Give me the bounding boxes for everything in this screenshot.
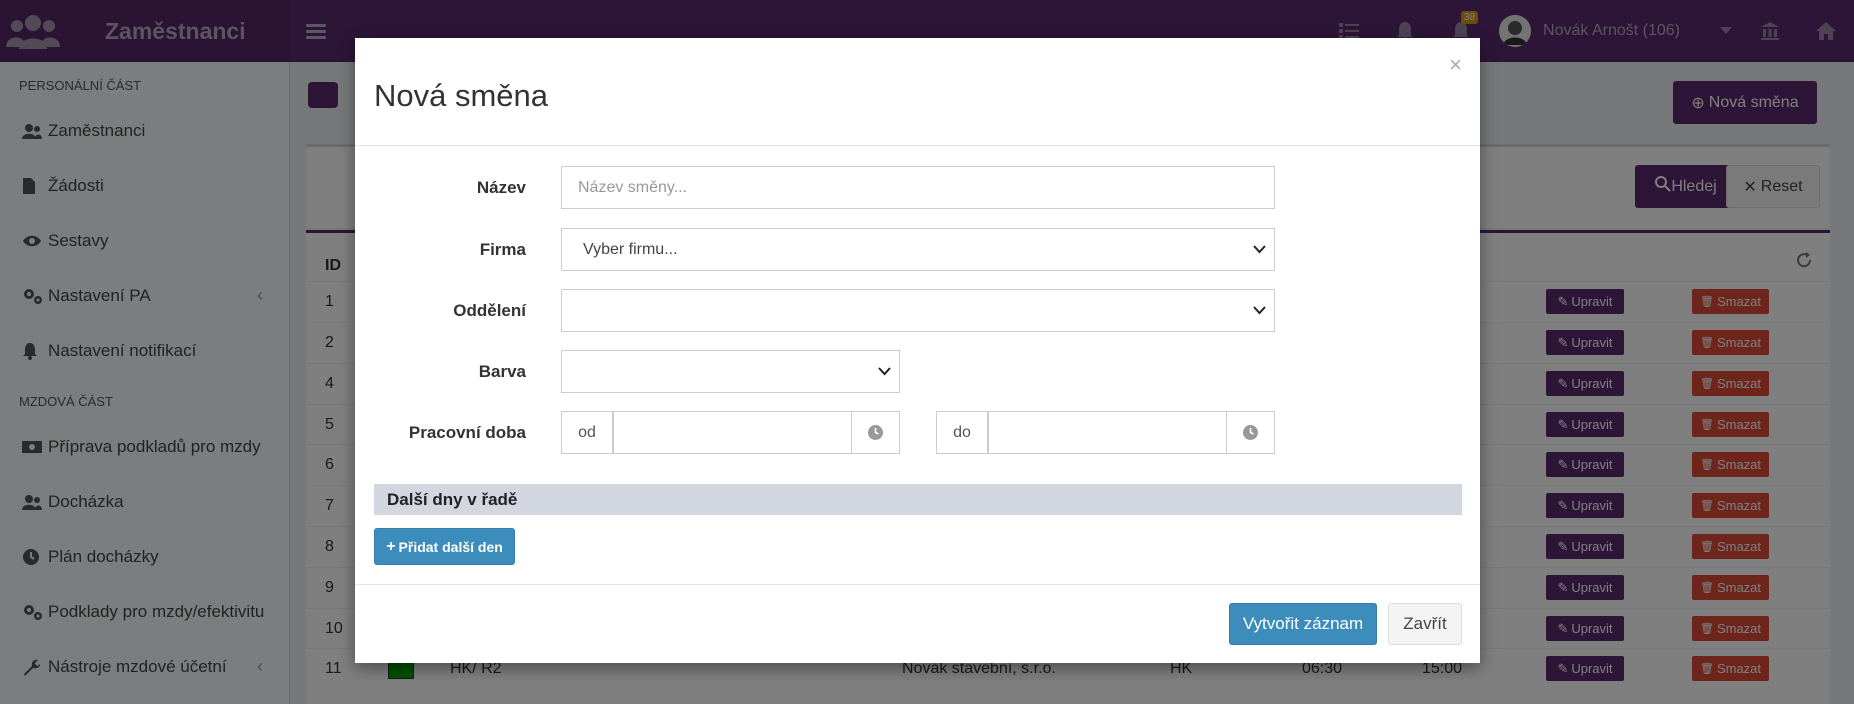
form-row-name: Název Název směny... [355, 166, 1480, 210]
name-input[interactable]: Název směny... [561, 166, 1275, 209]
time-from-input[interactable] [613, 411, 851, 454]
time-to-input[interactable] [988, 411, 1226, 454]
company-select-value: Vyber firmu... [583, 240, 678, 258]
form-row-working-hours: Pracovní doba od do [355, 411, 1480, 455]
time-to-group: do [936, 411, 1275, 454]
company-label: Firma [479, 240, 526, 259]
plus-icon: + [386, 537, 396, 555]
color-label: Barva [478, 362, 526, 381]
chevron-down-icon [1253, 303, 1266, 322]
next-days-section-header: Další dny v řadě [374, 484, 1462, 515]
modal-title: Nová směna [374, 78, 549, 113]
chevron-down-icon [1253, 242, 1266, 261]
form-row-company: Firma Vyber firmu... [355, 228, 1480, 272]
department-label: Oddělení [453, 301, 526, 320]
modal-header: Nová směna × [355, 38, 1480, 146]
department-select[interactable] [561, 289, 1275, 332]
color-select[interactable] [561, 350, 900, 393]
form-row-department: Oddělení [355, 289, 1480, 333]
clock-icon[interactable] [1226, 411, 1275, 454]
to-addon: do [936, 411, 988, 454]
company-select[interactable]: Vyber firmu... [561, 228, 1275, 271]
new-shift-modal: Nová směna × Název Název směny... Firma … [355, 38, 1480, 663]
add-day-button[interactable]: + Přidat další den [374, 528, 515, 565]
chevron-down-icon [878, 364, 891, 383]
modal-footer: Vytvořit záznam Zavřít [355, 584, 1480, 663]
create-record-button[interactable]: Vytvořit záznam [1229, 603, 1377, 645]
clock-icon[interactable] [851, 411, 900, 454]
close-icon[interactable]: × [1449, 52, 1462, 78]
name-label: Název [476, 178, 526, 197]
close-button[interactable]: Zavřít [1388, 603, 1462, 645]
working-hours-label: Pracovní doba [408, 423, 526, 442]
from-addon: od [561, 411, 613, 454]
time-from-group: od [561, 411, 900, 454]
form-row-color: Barva [355, 350, 1480, 394]
